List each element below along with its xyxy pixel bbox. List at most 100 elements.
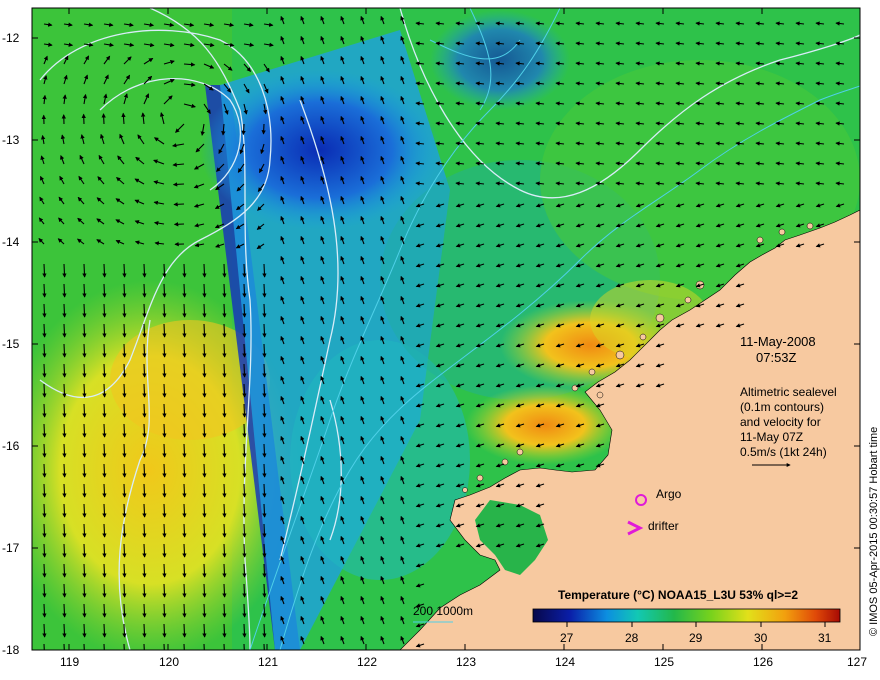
velocity-arrow <box>262 563 267 578</box>
velocity-arrow <box>142 563 147 578</box>
velocity-arrow <box>202 363 207 378</box>
velocity-arrow <box>82 623 87 638</box>
velocity-arrow <box>102 403 107 418</box>
velocity-arrow <box>241 123 246 136</box>
velocity-arrow <box>222 603 227 618</box>
velocity-arrow <box>202 523 207 538</box>
y-tick-label: -12 <box>2 31 20 45</box>
velocity-arrow <box>222 503 227 518</box>
velocity-arrow <box>222 563 227 578</box>
y-tick-label: -16 <box>2 439 20 453</box>
velocity-arrow <box>262 463 267 478</box>
velocity-arrow <box>202 283 207 298</box>
velocity-arrow <box>242 523 247 538</box>
velocity-arrow <box>82 363 87 378</box>
velocity-arrow <box>222 283 227 298</box>
velocity-arrow <box>262 483 267 498</box>
velocity-arrow <box>262 443 267 458</box>
velocity-arrow <box>42 523 47 538</box>
velocity-arrow <box>62 563 67 578</box>
velocity-arrow <box>182 523 187 538</box>
velocity-arrow <box>62 363 67 378</box>
velocity-arrow <box>222 263 227 278</box>
velocity-arrow <box>102 483 107 498</box>
velocity-arrow <box>102 423 107 438</box>
velocity-arrow <box>122 443 127 458</box>
velocity-arrow <box>102 563 107 578</box>
colorbar-tick-label: 27 <box>560 631 574 645</box>
velocity-arrow <box>42 383 47 398</box>
velocity-arrow <box>202 343 207 358</box>
velocity-arrow <box>82 383 87 398</box>
depth-legend-label: 200 1000m <box>413 604 473 618</box>
velocity-arrow <box>122 583 127 598</box>
velocity-arrow <box>262 503 267 518</box>
velocity-arrow <box>82 303 87 318</box>
y-tick-label: -15 <box>2 337 20 351</box>
velocity-arrow <box>122 543 127 558</box>
velocity-arrow <box>242 483 247 498</box>
colorbar-tick-label: 31 <box>818 631 832 645</box>
velocity-arrow <box>162 583 167 598</box>
velocity-arrow <box>122 603 127 618</box>
velocity-arrow <box>42 283 47 298</box>
velocity-arrow <box>162 343 167 358</box>
velocity-arrow <box>102 603 107 618</box>
velocity-arrow <box>242 503 247 518</box>
velocity-arrow <box>142 303 147 318</box>
drifter-label: drifter <box>648 519 679 533</box>
y-tick-labels: -12 -13 -14 -15 -16 -17 -18 <box>2 31 20 657</box>
velocity-arrow <box>172 182 185 187</box>
velocity-arrow <box>102 523 107 538</box>
velocity-arrow <box>182 543 187 558</box>
velocity-arrow <box>162 303 167 318</box>
velocity-arrow <box>162 403 167 418</box>
velocity-arrow <box>242 423 247 438</box>
legend-line-1: Altimetric sealevel <box>740 385 837 399</box>
velocity-arrow <box>122 283 127 298</box>
velocity-arrow <box>82 323 87 338</box>
legend-line-2: (0.1m contours) <box>740 400 824 414</box>
credit-text: © IMOS 05-Apr-2015 00:30:57 Hobart time <box>868 427 880 636</box>
velocity-arrow <box>242 343 247 358</box>
velocity-arrow <box>122 483 127 498</box>
velocity-arrow <box>122 623 127 638</box>
velocity-arrow <box>162 443 167 458</box>
x-tick-label: 126 <box>753 655 773 669</box>
velocity-arrow <box>42 483 47 498</box>
velocity-arrow <box>162 603 167 618</box>
velocity-arrow <box>62 403 67 418</box>
velocity-arrow <box>262 343 267 358</box>
velocity-arrow <box>122 323 127 338</box>
velocity-arrow <box>142 483 147 498</box>
velocity-arrow <box>101 113 106 125</box>
velocity-arrow <box>222 423 227 438</box>
velocity-arrow <box>242 443 247 458</box>
velocity-arrow <box>82 423 87 438</box>
colorbar-tick-label: 30 <box>754 631 768 645</box>
velocity-arrow <box>222 463 227 478</box>
velocity-arrow <box>262 523 267 538</box>
velocity-arrow <box>42 343 47 358</box>
velocity-arrow <box>102 283 107 298</box>
velocity-arrow <box>42 363 47 378</box>
velocity-arrow <box>82 563 87 578</box>
velocity-arrow <box>162 263 167 278</box>
velocity-arrow <box>182 443 187 458</box>
velocity-arrow <box>202 383 207 398</box>
velocity-arrow <box>182 363 187 378</box>
velocity-arrow <box>62 583 67 598</box>
sst-map: -12 -13 -14 -15 -16 -17 -18 119 120 121 … <box>2 7 880 669</box>
velocity-arrow <box>242 323 247 338</box>
colorbar-tick-label: 28 <box>625 631 639 645</box>
velocity-arrow <box>102 443 107 458</box>
velocity-arrow <box>182 403 187 418</box>
velocity-arrow <box>142 543 147 558</box>
velocity-arrow <box>242 583 247 598</box>
y-tick-label: -17 <box>2 541 20 555</box>
velocity-arrow <box>262 263 267 278</box>
map-date: 11-May-2008 <box>740 334 816 349</box>
x-tick-label: 123 <box>456 655 476 669</box>
velocity-arrow <box>202 443 207 458</box>
velocity-arrow <box>162 463 167 478</box>
